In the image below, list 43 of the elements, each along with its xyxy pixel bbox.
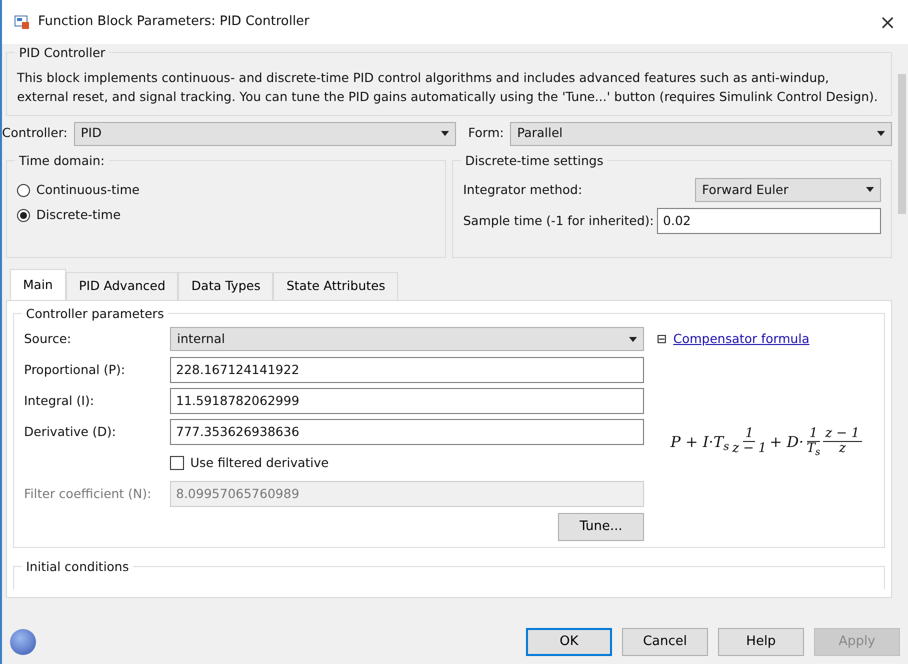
controller-dropdown[interactable]: PID bbox=[74, 122, 456, 146]
tab[interactable]: PID Advanced bbox=[66, 272, 178, 300]
tab[interactable]: State Attributes bbox=[273, 272, 398, 300]
tab[interactable]: Main bbox=[10, 268, 66, 300]
field-label: Integral (I): bbox=[24, 392, 96, 410]
collapse-toggle[interactable]: ⊟ bbox=[656, 330, 667, 348]
caret-icon bbox=[877, 131, 885, 136]
scrollbar-thumb[interactable] bbox=[898, 74, 906, 214]
field-label: Derivative (D): bbox=[24, 422, 118, 441]
checkbox[interactable] bbox=[170, 456, 184, 470]
field-label: Source: bbox=[24, 330, 72, 348]
tune-button[interactable]: Tune... bbox=[558, 512, 644, 541]
field-label: Sample time (-1 for inherited): bbox=[463, 212, 654, 230]
form-dropdown[interactable]: Parallel bbox=[510, 122, 892, 146]
window-title: Function Block Parameters: PID Controller bbox=[38, 13, 310, 32]
close-button[interactable]: × bbox=[875, 7, 900, 37]
dialog-button[interactable]: OK bbox=[526, 628, 612, 656]
source-dropdown[interactable]: internal bbox=[170, 327, 644, 351]
field-label: Controller: bbox=[2, 124, 68, 142]
radio-button[interactable] bbox=[17, 208, 30, 222]
radio-label: Continuous-time bbox=[36, 181, 140, 199]
caret-icon bbox=[866, 187, 874, 192]
field-label: Integrator method: bbox=[463, 180, 582, 199]
description-text: This block implements continuous- and discrete-time PID control algorithms and includes advanced features such as anti-windup, external reset, and signal tracking. You can tune the PID gains automatically using the 'Tune...' button (requires Simulink Control Design). bbox=[17, 69, 879, 106]
input-field[interactable]: 777.353626938636 bbox=[170, 419, 644, 445]
field-label: Proportional (P): bbox=[24, 360, 126, 379]
compensator-formula-link[interactable]: Compensator formula bbox=[673, 330, 810, 348]
tab[interactable]: Data Types bbox=[178, 272, 274, 300]
help-icon[interactable] bbox=[10, 629, 36, 655]
dialog-button[interactable]: Cancel bbox=[622, 628, 708, 656]
input-field[interactable]: 228.167124141922 bbox=[170, 357, 644, 383]
sample-time-field[interactable]: 0.02 bbox=[657, 208, 881, 234]
caret-icon bbox=[440, 131, 449, 136]
integrator-dropdown[interactable]: Forward Euler bbox=[695, 178, 881, 202]
checkbox-label: Use filtered derivative bbox=[190, 454, 329, 472]
dialog-button[interactable]: Help bbox=[718, 628, 804, 656]
field-label: Filter coefficient (N): bbox=[24, 484, 152, 503]
radio-button[interactable] bbox=[17, 184, 30, 197]
field-label: Form: bbox=[468, 124, 504, 142]
caret-icon bbox=[629, 336, 637, 342]
app-icon bbox=[14, 14, 30, 30]
radio-label: Discrete-time bbox=[36, 206, 121, 224]
input-field[interactable]: 11.5918782062999 bbox=[170, 388, 644, 414]
